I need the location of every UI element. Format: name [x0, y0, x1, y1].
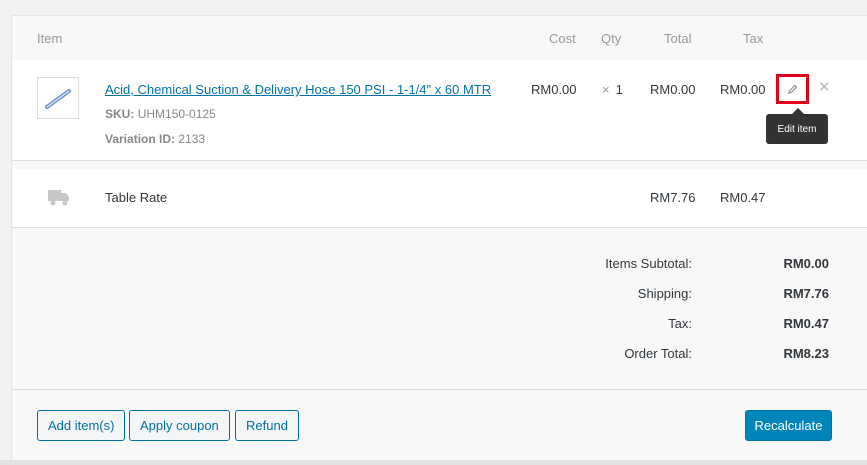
shipping-tax: RM0.47	[720, 190, 766, 205]
subtotal-label: Items Subtotal:	[605, 256, 692, 271]
hose-thumbnail[interactable]	[37, 77, 79, 119]
shipping-line-row: Table Rate RM7.76 RM0.47	[12, 169, 867, 228]
edit-item-button[interactable]	[776, 74, 809, 104]
item-variation: Variation ID: 2133	[105, 132, 206, 146]
items-table-header: Item Cost Qty Total Tax	[12, 16, 867, 60]
tax-label: Tax:	[668, 316, 692, 331]
order-total-label: Order Total:	[624, 346, 692, 361]
recalculate-button[interactable]: Recalculate	[745, 410, 832, 441]
add-items-button[interactable]: Add item(s)	[37, 410, 126, 441]
header-total: Total	[664, 31, 692, 46]
truck-icon	[48, 190, 69, 206]
item-name-link[interactable]: Acid, Chemical Suction & Delivery Hose 1…	[105, 82, 491, 97]
header-qty: Qty	[601, 31, 622, 46]
shipping-total: RM7.76	[650, 190, 696, 205]
shipping-label: Shipping:	[637, 286, 692, 301]
order-total-value: RM8.23	[783, 346, 829, 361]
header-item: Item	[37, 31, 63, 46]
line-item-row: Acid, Chemical Suction & Delivery Hose 1…	[12, 60, 867, 161]
hose-image-icon	[45, 89, 71, 109]
order-actions-bar: Add item(s) Apply coupon Refund Recalcul…	[12, 389, 867, 461]
item-sku: SKU: UHM150-0125	[105, 107, 216, 121]
delete-item-icon[interactable]: ✕	[818, 78, 831, 96]
refund-button[interactable]: Refund	[235, 410, 299, 441]
shipping-value: RM7.76	[783, 286, 829, 301]
pencil-icon	[787, 84, 798, 94]
header-cost: Cost	[549, 31, 576, 46]
subtotal-value: RM0.00	[783, 256, 829, 271]
item-qty: × 1	[602, 82, 623, 97]
order-items-panel: Item Cost Qty Total Tax Acid, Chemical S…	[11, 15, 867, 461]
shipping-method-name: Table Rate	[105, 190, 168, 205]
apply-coupon-button[interactable]: Apply coupon	[129, 410, 230, 441]
item-cost: RM0.00	[531, 82, 577, 97]
edit-item-tooltip: Edit item	[766, 108, 828, 144]
bottom-divider	[0, 460, 867, 465]
item-tax: RM0.00	[720, 82, 766, 97]
tax-value: RM0.47	[783, 316, 829, 331]
header-tax: Tax	[743, 31, 764, 46]
item-total: RM0.00	[650, 82, 696, 97]
